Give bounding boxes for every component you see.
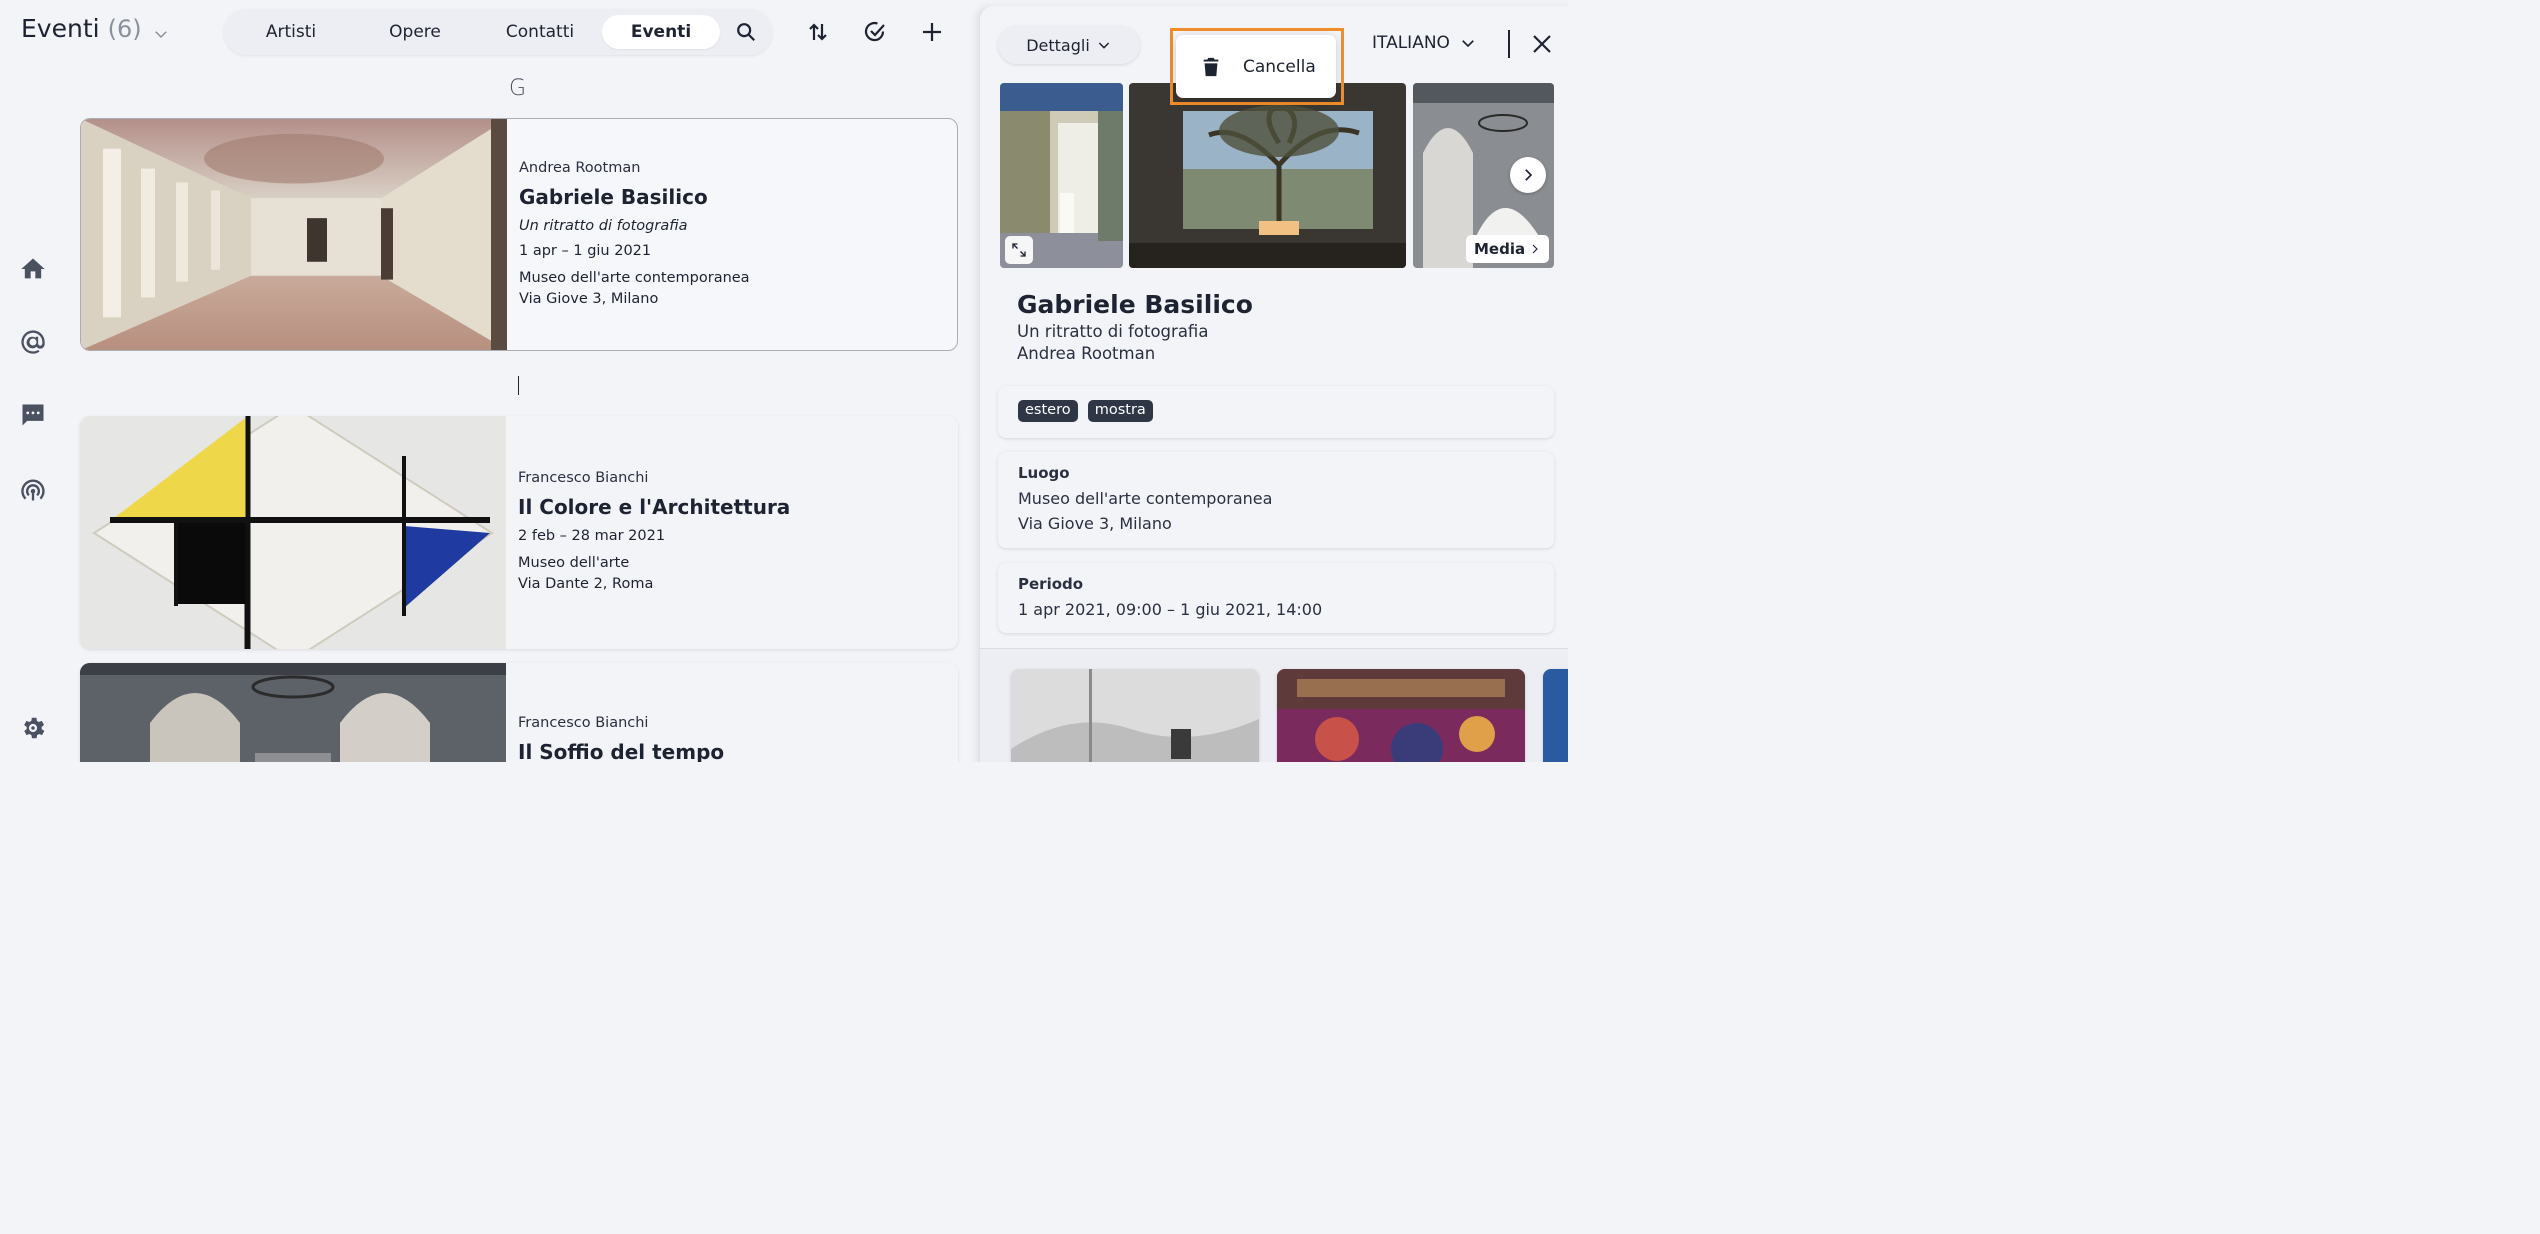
view-selector-label: Dettagli xyxy=(1026,35,1090,55)
item-count: (6) xyxy=(107,15,142,43)
event-title: Il Colore e l'Architettura xyxy=(518,495,791,519)
event-title: Gabriele Basilico xyxy=(519,184,708,209)
event-card[interactable]: Francesco Bianchi Il Colore e l'Architet… xyxy=(80,416,958,649)
search-icon[interactable] xyxy=(726,15,766,49)
event-card[interactable]: Francesco Bianchi Il Soffio del tempo xyxy=(80,663,958,762)
page-title[interactable]: Eventi (6) xyxy=(21,14,170,43)
tag[interactable]: estero xyxy=(1018,400,1078,422)
sort-icon[interactable] xyxy=(802,16,834,48)
event-artist: Andrea Rootman xyxy=(519,159,641,176)
divider xyxy=(1508,30,1510,58)
section-letter: G xyxy=(509,76,527,101)
event-title: Il Soffio del tempo xyxy=(518,740,725,762)
period-value: 1 apr 2021, 09:00 – 1 giu 2021, 14:00 xyxy=(1018,600,1323,619)
close-icon[interactable] xyxy=(1530,32,1554,56)
check-circle-icon[interactable] xyxy=(859,16,891,48)
related-thumbnail[interactable] xyxy=(1277,669,1525,762)
event-info: Francesco Bianchi Il Soffio del tempo xyxy=(506,663,724,762)
section-letter: I xyxy=(518,376,519,395)
event-dates: 2 feb – 28 mar 2021 xyxy=(518,528,666,544)
expand-icon[interactable] xyxy=(1005,236,1033,264)
delete-menu-item[interactable]: Cancella xyxy=(1176,35,1336,98)
event-image xyxy=(80,416,506,649)
event-card[interactable]: Andrea Rootman Gabriele Basilico Un ritr… xyxy=(80,118,958,351)
chevron-down-icon xyxy=(1462,40,1474,48)
chevron-down-icon xyxy=(1098,42,1109,49)
period-box: Periodo 1 apr 2021, 09:00 – 1 giu 2021, … xyxy=(998,563,1554,633)
related-thumbnail[interactable] xyxy=(1011,669,1259,762)
event-info: Francesco Bianchi Il Colore e l'Architet… xyxy=(506,416,790,649)
home-icon[interactable] xyxy=(17,253,49,285)
chevron-down-icon xyxy=(152,20,170,38)
event-info: Andrea Rootman Gabriele Basilico Un ritr… xyxy=(507,119,750,350)
view-selector[interactable]: Dettagli xyxy=(998,26,1140,64)
related-thumbnail[interactable] xyxy=(1543,669,1568,762)
detail-panel: Dettagli ITALIANO Media Gabriele Basilic… xyxy=(979,6,1568,762)
tab-contatti[interactable]: Contatti xyxy=(478,15,602,49)
location-box: Luogo Museo dell'arte contemporanea Via … xyxy=(998,452,1554,548)
detail-author: Andrea Rootman xyxy=(1017,344,1156,363)
chevron-right-icon xyxy=(1532,244,1538,254)
app-root: Eventi (6) Artisti Opere Contatti Eventi… xyxy=(0,0,1568,762)
chevron-right-icon[interactable] xyxy=(1510,157,1546,193)
media-label: Media xyxy=(1474,240,1526,258)
at-icon[interactable] xyxy=(17,326,49,358)
event-venue: Museo dell'arte contemporanea xyxy=(519,269,750,286)
event-artist: Francesco Bianchi xyxy=(518,470,649,486)
location-venue: Museo dell'arte contemporanea xyxy=(1018,489,1273,508)
detail-title: Gabriele Basilico xyxy=(1017,290,1253,319)
left-rail xyxy=(0,0,66,762)
gallery-image[interactable] xyxy=(1129,83,1406,268)
page-title-text: Eventi xyxy=(21,14,100,43)
event-dates: 1 apr – 1 giu 2021 xyxy=(519,242,652,259)
broadcast-icon[interactable] xyxy=(17,474,49,506)
tags-box: estero mostra xyxy=(998,386,1554,438)
tag[interactable]: mostra xyxy=(1087,400,1153,422)
trash-icon xyxy=(1203,57,1219,76)
event-image xyxy=(81,119,507,350)
related-strip xyxy=(980,648,1568,762)
chat-icon[interactable] xyxy=(17,399,49,431)
tab-eventi[interactable]: Eventi xyxy=(602,15,720,49)
main-tabs: Artisti Opere Contatti Eventi xyxy=(224,9,772,55)
plus-icon[interactable] xyxy=(916,16,948,48)
event-address: Via Giove 3, Milano xyxy=(519,290,659,307)
event-image xyxy=(80,663,506,762)
location-label: Luogo xyxy=(1018,464,1070,482)
event-venue: Museo dell'arte xyxy=(518,555,630,571)
tab-artisti[interactable]: Artisti xyxy=(230,15,352,49)
event-address: Via Dante 2, Roma xyxy=(518,576,654,592)
tab-opere[interactable]: Opere xyxy=(352,15,478,49)
detail-subtitle: Un ritratto di fotografia xyxy=(1017,322,1209,341)
language-selector[interactable]: ITALIANO xyxy=(1372,33,1477,53)
location-address: Via Giove 3, Milano xyxy=(1018,514,1172,533)
period-label: Periodo xyxy=(1018,575,1084,593)
media-gallery: Media xyxy=(1000,83,1554,268)
event-subtitle: Un ritratto di fotografia xyxy=(519,217,688,234)
media-button[interactable]: Media xyxy=(1466,235,1550,263)
settings-icon[interactable] xyxy=(17,712,49,744)
delete-label: Cancella xyxy=(1243,56,1316,77)
language-label: ITALIANO xyxy=(1372,33,1450,53)
event-artist: Francesco Bianchi xyxy=(518,715,649,731)
